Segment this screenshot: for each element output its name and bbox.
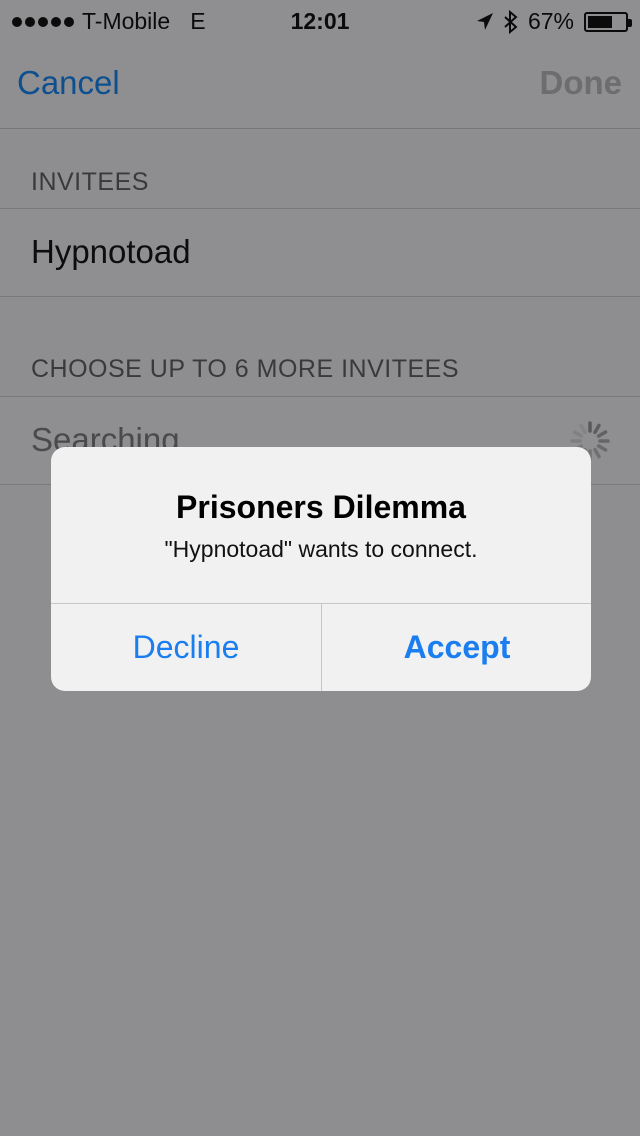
alert-title: Prisoners Dilemma — [176, 489, 466, 525]
battery-percent: 67% — [527, 8, 574, 34]
status-right: 67% — [476, 8, 632, 35]
battery-icon — [584, 11, 632, 32]
invitee-name: Hypnotoad — [31, 233, 191, 270]
connect-alert: Prisoners Dilemma "Hypnotoad" wants to c… — [51, 447, 591, 691]
alert-message: "Hypnotoad" wants to connect. — [164, 536, 478, 562]
top-bar: T-Mobile E 12:01 67% Cancel Done — [0, 0, 640, 129]
invitee-row[interactable]: Hypnotoad — [0, 208, 640, 297]
status-bar: T-Mobile E 12:01 67% — [0, 0, 640, 40]
location-arrow-icon — [476, 12, 493, 30]
more-invitees-header: CHOOSE UP TO 6 MORE INVITEES — [31, 355, 459, 383]
accept-button[interactable]: Accept — [322, 604, 591, 691]
screen: T-Mobile E 12:01 67% Cancel Done INVITEE… — [0, 0, 640, 1136]
battery-fill — [588, 15, 612, 28]
decline-button[interactable]: Decline — [51, 604, 321, 691]
done-button[interactable]: Done — [540, 64, 623, 102]
cancel-button[interactable]: Cancel — [17, 64, 120, 102]
bluetooth-icon — [504, 9, 518, 34]
invitees-header: INVITEES — [31, 168, 149, 196]
